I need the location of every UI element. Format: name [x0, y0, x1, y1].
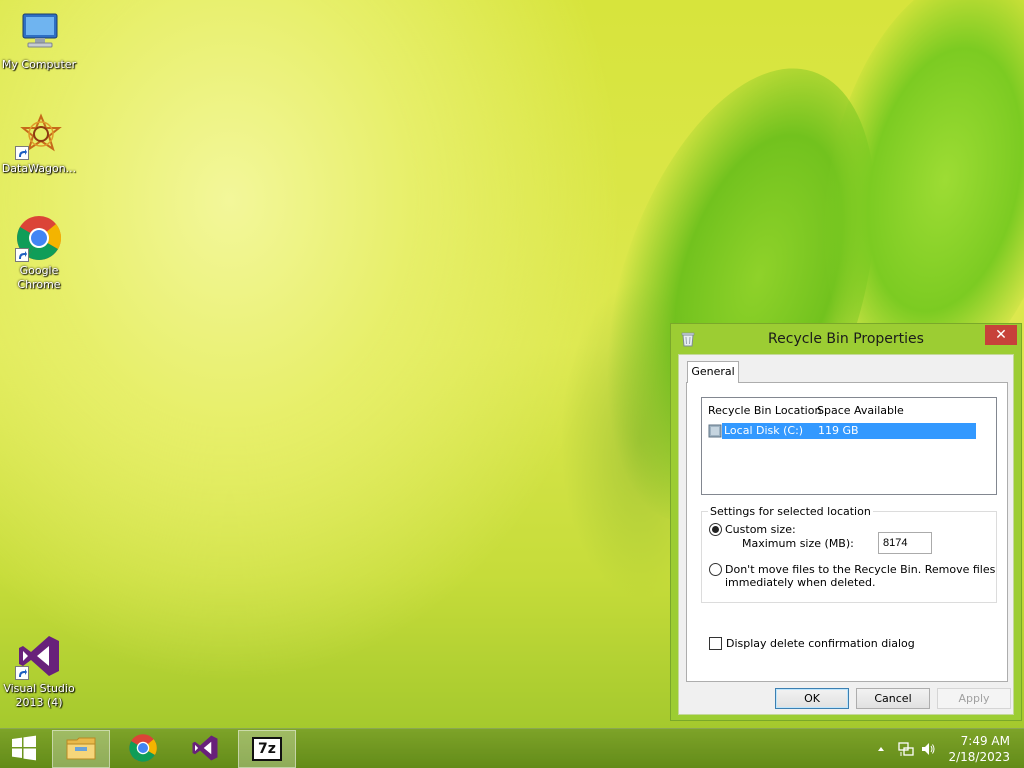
- drive-icon: [708, 424, 722, 443]
- desktop-icon-label-line2: Chrome: [17, 278, 61, 291]
- network-icon[interactable]: [898, 741, 914, 760]
- list-item-space: 119 GB: [818, 424, 859, 437]
- 7zip-icon-label: 7z: [258, 741, 276, 757]
- general-tab-panel: Recycle Bin Location Space Available Loc…: [686, 382, 1008, 682]
- desktop-icon-datawagon[interactable]: DataWagon...: [0, 112, 78, 176]
- show-hidden-icons-button[interactable]: [877, 743, 885, 756]
- taskbar-visual-studio[interactable]: [176, 730, 234, 768]
- desktop-icon-label: My Computer: [1, 58, 77, 71]
- taskbar: 7z 7:49 AM 2/18/2023: [0, 728, 1024, 768]
- desktop-icon-label-line2: 2013 (4): [15, 696, 63, 709]
- shortcut-arrow-icon: [15, 146, 29, 160]
- shortcut-arrow-icon: [15, 666, 29, 680]
- folder-icon: [66, 735, 96, 764]
- cancel-button[interactable]: Cancel: [856, 688, 930, 709]
- max-size-label: Maximum size (MB):: [742, 537, 854, 550]
- confirm-dialog-label: Display delete confirmation dialog: [726, 637, 915, 650]
- visual-studio-icon: [190, 733, 220, 766]
- chevron-up-icon: [877, 743, 885, 756]
- clock-date: 2/18/2023: [948, 750, 1010, 764]
- start-button[interactable]: [0, 730, 48, 768]
- settings-group: Settings for selected location Custom si…: [701, 505, 997, 603]
- close-button[interactable]: ✕: [985, 325, 1017, 345]
- custom-size-label: Custom size:: [725, 523, 796, 536]
- chrome-icon: [15, 214, 63, 262]
- desktop-icon-label-line1: Google: [19, 264, 59, 277]
- desktop-icon-label-line1: Visual Studio: [3, 682, 75, 695]
- desktop-icon-my-computer[interactable]: My Computer: [0, 8, 78, 72]
- shortcut-arrow-icon: [15, 248, 29, 262]
- windows-icon: [10, 734, 38, 765]
- confirm-dialog-checkbox[interactable]: [709, 637, 722, 650]
- column-header-location[interactable]: Recycle Bin Location: [708, 404, 821, 417]
- custom-size-radio[interactable]: [709, 523, 722, 536]
- apply-button[interactable]: Apply: [937, 688, 1011, 709]
- dont-move-files-label-line1: Don't move files to the Recycle Bin. Rem…: [725, 563, 996, 576]
- ok-button[interactable]: OK: [775, 688, 849, 709]
- 7zip-icon: 7z: [252, 737, 282, 761]
- recycle-bin-location-list[interactable]: Recycle Bin Location Space Available Loc…: [701, 397, 997, 495]
- datawagon-icon: [15, 112, 63, 160]
- volume-icon[interactable]: [920, 741, 936, 760]
- taskbar-file-explorer[interactable]: [52, 730, 110, 768]
- desktop-icon-label: DataWagon...: [1, 162, 77, 175]
- dialog-client-area: General Recycle Bin Location Space Avail…: [678, 354, 1014, 715]
- dialog-titlebar[interactable]: Recycle Bin Properties ✕: [671, 324, 1021, 354]
- desktop-icon-google-chrome[interactable]: Google Chrome: [0, 214, 78, 292]
- settings-group-label: Settings for selected location: [708, 505, 873, 518]
- recycle-bin-properties-dialog: Recycle Bin Properties ✕ General Recycle…: [670, 323, 1022, 721]
- taskbar-7zip[interactable]: 7z: [238, 730, 296, 768]
- max-size-input[interactable]: [878, 532, 932, 554]
- dont-move-files-radio[interactable]: [709, 563, 722, 576]
- list-item-location: Local Disk (C:): [724, 424, 804, 437]
- clock-time: 7:49 AM: [960, 734, 1010, 748]
- recycle-bin-icon: [681, 331, 695, 350]
- close-icon: ✕: [995, 327, 1007, 343]
- dont-move-files-label-line2: immediately when deleted.: [725, 576, 876, 589]
- taskbar-chrome[interactable]: [114, 730, 172, 768]
- chrome-icon: [128, 733, 158, 766]
- visual-studio-icon: [15, 632, 63, 680]
- computer-icon: [15, 8, 63, 56]
- list-item[interactable]: Local Disk (C:) 119 GB: [708, 423, 976, 439]
- desktop-icon-visual-studio[interactable]: Visual Studio 2013 (4): [0, 632, 78, 710]
- dialog-title: Recycle Bin Properties: [768, 331, 924, 347]
- tab-general[interactable]: General: [687, 361, 739, 383]
- column-header-space[interactable]: Space Available: [817, 404, 904, 417]
- system-clock[interactable]: 7:49 AM 2/18/2023: [940, 733, 1010, 765]
